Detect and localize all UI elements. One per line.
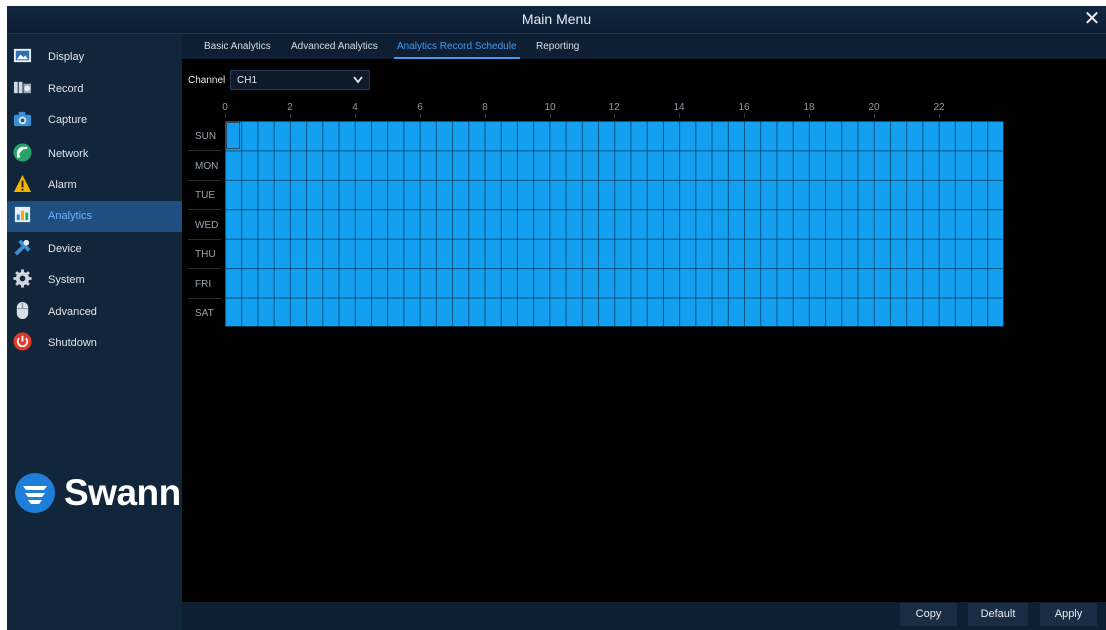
sidebar-item-network[interactable]: Network [7,139,182,170]
sidebar-item-label: Shutdown [48,337,97,349]
hour-label: 10 [544,102,556,113]
schedule-grid[interactable] [225,121,1004,327]
tab-bar: Basic Analytics Advanced Analytics Analy… [182,34,1106,59]
hour-tick [874,113,875,118]
analytics-icon [14,206,31,223]
row-divider [188,239,221,240]
display-icon [13,48,32,63]
hour-tick [225,113,226,118]
tab-reporting[interactable]: Reporting [536,34,579,59]
day-label-mon: MON [195,161,219,172]
day-label-wed: WED [195,220,219,231]
swann-logo-icon [15,473,55,513]
tab-analytics-record-schedule[interactable]: Analytics Record Schedule [394,34,520,59]
sidebar-item-analytics[interactable]: Analytics [7,201,182,232]
hour-label: 18 [803,102,815,113]
camera-icon [13,111,32,127]
sidebar-item-label: Analytics [48,210,93,222]
hour-label: 0 [222,102,228,113]
hour-label: 4 [352,102,358,113]
sidebar-item-label: Device [48,243,82,255]
hour-label: 12 [608,102,620,113]
network-icon [13,143,32,162]
sidebar-item-label: System [48,274,85,286]
sidebar-item-system[interactable]: System [7,265,182,296]
sidebar-item-alarm[interactable]: Alarm [7,170,182,201]
sidebar-item-record[interactable]: Record [7,74,182,105]
apply-button[interactable]: Apply [1040,603,1097,626]
power-icon [13,332,32,351]
sidebar-item-shutdown[interactable]: Shutdown [7,328,182,359]
sidebar-item-label: Network [48,148,89,160]
hour-tick [679,113,681,118]
mouse-icon [16,301,29,320]
channel-label: Channel [188,75,226,86]
hour-label: 14 [673,102,685,113]
hour-tick [289,113,291,118]
sidebar: Display Record Capture Network Alarm Ana… [7,34,182,630]
sidebar-item-label: Advanced [48,306,97,318]
hour-label: 22 [933,102,945,113]
row-divider [188,209,221,210]
row-divider [188,298,221,299]
sidebar-item-device[interactable]: Device [7,234,182,265]
day-label-sat: SAT [195,308,214,319]
row-divider [188,268,221,269]
hour-tick [549,113,551,118]
sidebar-item-label: Capture [48,114,88,126]
hour-tick [938,113,940,118]
hour-tick [484,113,486,118]
channel-select[interactable]: CH1 [230,70,370,90]
window-title: Main Menu [521,11,592,27]
row-divider [188,150,221,151]
day-label-thu: THU [195,249,216,260]
hour-tick [354,113,356,118]
sidebar-item-label: Display [48,51,85,63]
hour-tick [419,113,421,118]
device-icon [14,239,31,256]
hour-label: 6 [417,102,423,113]
row-divider [188,180,221,181]
copy-button[interactable]: Copy [900,603,957,626]
default-button[interactable]: Default [968,603,1028,626]
gear-icon [13,269,32,288]
schedule-grid-cursor [226,122,240,149]
sidebar-item-label: Alarm [48,179,77,191]
day-label-sun: SUN [195,131,217,142]
day-label-fri: FRI [195,279,212,290]
hour-label: 16 [738,102,750,113]
record-icon [13,81,32,94]
swann-logo-text: Swann [64,472,181,513]
sidebar-item-display[interactable]: Display [7,42,182,73]
alarm-icon [13,174,32,193]
channel-value: CH1 [237,75,258,86]
hour-tick [809,113,811,118]
hour-label: 20 [868,102,880,113]
tab-basic-analytics[interactable]: Basic Analytics [204,34,271,59]
sidebar-item-advanced[interactable]: Advanced [7,297,182,328]
tab-advanced-analytics[interactable]: Advanced Analytics [291,34,378,59]
day-label-tue: TUE [195,190,215,201]
sidebar-item-capture[interactable]: Capture [7,105,182,136]
swann-logo: Swann [12,470,182,520]
close-icon[interactable]: ✕ [1080,6,1104,33]
hour-label: 2 [287,102,293,113]
chevron-down-icon [353,76,363,84]
title-bar: Main Menu ✕ [7,6,1106,34]
hour-tick [744,113,746,118]
hour-tick [614,113,616,118]
sidebar-item-label: Record [48,83,84,95]
hour-label: 8 [482,102,488,113]
